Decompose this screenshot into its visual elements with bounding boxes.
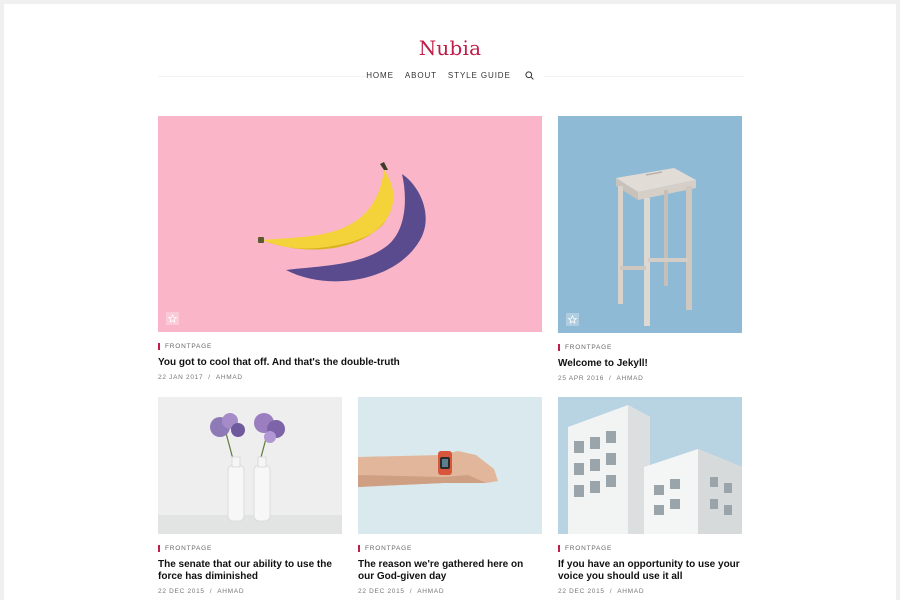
post-date: 22 JAN 2017 bbox=[158, 374, 204, 381]
post-card-building: FRONTPAGE If you have an opportunity to … bbox=[558, 397, 742, 595]
main-nav: HOME ABOUT STYLE GUIDE bbox=[4, 71, 896, 80]
page: Nubia HOME ABOUT STYLE GUIDE FRONTPAGE Y… bbox=[4, 4, 896, 600]
featured-star-icon bbox=[566, 313, 579, 326]
post-card-stool: FRONTPAGE Welcome to Jekyll! 25 APR 2016… bbox=[558, 116, 742, 382]
post-author[interactable]: AHMAD bbox=[617, 588, 644, 595]
post-image-banana[interactable] bbox=[158, 116, 542, 332]
post-category[interactable]: FRONTPAGE bbox=[358, 545, 542, 552]
search-icon[interactable] bbox=[525, 71, 534, 80]
post-category[interactable]: FRONTPAGE bbox=[158, 343, 542, 350]
post-meta: 22 DEC 2015/AHMAD bbox=[358, 588, 445, 595]
post-author[interactable]: AHMAD bbox=[617, 375, 644, 382]
post-title[interactable]: You got to cool that off. And that's the… bbox=[158, 357, 542, 369]
post-image-watch[interactable] bbox=[358, 397, 542, 534]
post-date: 22 DEC 2015 bbox=[558, 588, 605, 595]
post-card-banana: FRONTPAGE You got to cool that off. And … bbox=[158, 116, 542, 381]
post-category[interactable]: FRONTPAGE bbox=[558, 545, 742, 552]
post-meta: 25 APR 2016/AHMAD bbox=[558, 375, 644, 382]
post-category[interactable]: FRONTPAGE bbox=[158, 545, 342, 552]
post-date: 22 DEC 2015 bbox=[158, 588, 205, 595]
post-category[interactable]: FRONTPAGE bbox=[558, 344, 742, 351]
post-date: 22 DEC 2015 bbox=[358, 588, 405, 595]
post-title[interactable]: The senate that our ability to use the f… bbox=[158, 559, 342, 583]
post-title[interactable]: If you have an opportunity to use your v… bbox=[558, 559, 742, 583]
post-card-vases: FRONTPAGE The senate that our ability to… bbox=[158, 397, 342, 595]
featured-star-icon bbox=[166, 312, 179, 325]
site-logo[interactable]: Nubia bbox=[4, 36, 896, 60]
post-meta: 22 DEC 2015/AHMAD bbox=[158, 588, 245, 595]
post-image-stool[interactable] bbox=[558, 116, 742, 333]
post-author[interactable]: AHMAD bbox=[417, 588, 444, 595]
nav-style-guide[interactable]: STYLE GUIDE bbox=[448, 71, 511, 80]
post-card-watch: FRONTPAGE The reason we're gathered here… bbox=[358, 397, 542, 595]
post-image-vases[interactable] bbox=[158, 397, 342, 534]
nav-about[interactable]: ABOUT bbox=[405, 71, 437, 80]
post-title[interactable]: Welcome to Jekyll! bbox=[558, 358, 742, 370]
post-image-building[interactable] bbox=[558, 397, 742, 534]
post-meta: 22 DEC 2015/AHMAD bbox=[558, 588, 645, 595]
post-date: 25 APR 2016 bbox=[558, 375, 605, 382]
post-meta: 22 JAN 2017/AHMAD bbox=[158, 374, 243, 381]
post-title[interactable]: The reason we're gathered here on our Go… bbox=[358, 559, 542, 583]
post-author[interactable]: AHMAD bbox=[217, 588, 244, 595]
nav-home[interactable]: HOME bbox=[366, 71, 394, 80]
post-author[interactable]: AHMAD bbox=[216, 374, 243, 381]
